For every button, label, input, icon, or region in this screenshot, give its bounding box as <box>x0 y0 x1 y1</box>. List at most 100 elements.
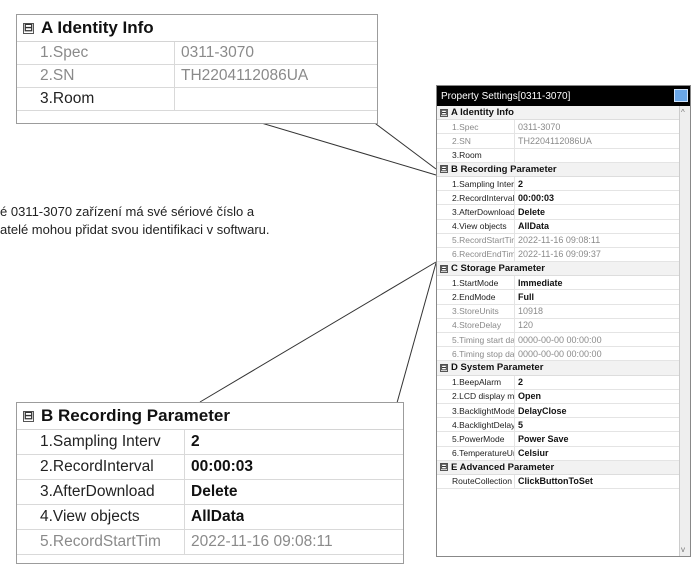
property-value[interactable]: Celsiur <box>515 448 549 458</box>
property-row[interactable]: 6.Timing stop dat 0000-00-00 00:00:00 <box>437 347 679 362</box>
property-value[interactable]: 2022-11-16 09:09:37 <box>515 249 601 259</box>
property-row[interactable]: 1.StartMode Immediate <box>437 276 679 291</box>
property-grid: ⊟ A Identity Info 1.Spec 0311-3070 2.SN TH220… <box>437 106 679 490</box>
category-header[interactable]: ⊟ E Advanced Parameter <box>437 460 679 475</box>
category-rows: 1.Spec 0311-3070 2.SN TH2204112086UA 3.Room <box>437 120 679 163</box>
property-row[interactable]: 3.AfterDownload Delete <box>17 480 403 505</box>
property-row[interactable]: 3.Room <box>437 148 679 163</box>
property-value[interactable]: 5 <box>515 420 523 430</box>
property-name: 2.RecordInterval <box>17 455 185 479</box>
property-value[interactable]: 0311-3070 <box>175 44 254 62</box>
property-value[interactable]: 2 <box>515 377 523 387</box>
property-value[interactable]: 0000-00-00 00:00:00 <box>515 349 602 359</box>
property-value[interactable]: DelayClose <box>515 406 567 416</box>
property-name: 5.PowerMode <box>437 432 515 446</box>
property-row[interactable]: 5.Timing start dat 0000-00-00 00:00:00 <box>437 333 679 348</box>
property-row[interactable]: 1.Spec 0311-3070 <box>17 42 377 65</box>
property-value[interactable]: 0311-3070 <box>515 122 560 132</box>
category-title: E Advanced Parameter <box>451 461 555 473</box>
property-row[interactable]: 3.BacklightMode DelayClose <box>437 403 679 419</box>
property-name: 3.Room <box>17 88 175 110</box>
property-value[interactable]: TH2204112086UA <box>515 136 592 146</box>
property-value[interactable]: 2022-11-16 09:08:11 <box>515 235 600 245</box>
property-value[interactable]: Open <box>515 391 541 401</box>
property-row[interactable]: 4.View objects AllData <box>437 219 679 234</box>
collapse-icon[interactable]: ⊟ <box>440 165 448 174</box>
property-row[interactable]: 2.LCD display mc Open <box>437 389 679 404</box>
property-value[interactable]: AllData <box>515 221 549 231</box>
property-row[interactable]: 1.BeepAlarm 2 <box>437 375 679 390</box>
section-header-identity[interactable]: ⊟ A Identity Info <box>17 15 377 42</box>
property-name: 1.StartMode <box>437 276 515 290</box>
property-value[interactable]: Full <box>515 292 534 302</box>
property-value[interactable]: AllData <box>185 508 244 526</box>
property-value[interactable]: 2 <box>515 179 523 189</box>
property-row[interactable]: 1.Sampling Interv 2 <box>437 176 679 192</box>
property-value[interactable]: 120 <box>515 320 533 330</box>
property-value[interactable]: Delete <box>185 483 238 501</box>
category-header[interactable]: ⊟ D System Parameter <box>437 361 679 376</box>
property-name: 3.AfterDownload <box>17 480 185 504</box>
collapse-icon[interactable]: ⊟ <box>440 264 448 273</box>
collapse-icon[interactable]: ⊟ <box>23 22 34 34</box>
property-value[interactable]: 2022-11-16 09:08:11 <box>185 533 333 551</box>
property-row[interactable]: 2.SN TH2204112086UA <box>437 134 679 149</box>
property-row[interactable]: 3.Room <box>17 88 377 111</box>
property-value[interactable]: Delete <box>515 207 545 217</box>
property-name: 1.Sampling Interv <box>437 176 515 191</box>
property-row[interactable]: 2.EndMode Full <box>437 290 679 305</box>
property-row[interactable]: 5.RecordStartTim 2022-11-16 09:08:11 <box>437 233 679 248</box>
callout-line-b-top <box>199 261 437 403</box>
property-value[interactable]: 00:00:03 <box>185 458 253 476</box>
collapse-icon[interactable]: ⊟ <box>440 363 448 372</box>
category-rows: 1.StartMode Immediate 2.EndMode Full 3.Store… <box>437 276 679 362</box>
property-name: 2.LCD display mc <box>437 389 515 403</box>
property-row[interactable]: RouteCollection ClickButtonToSet <box>437 474 679 490</box>
property-value[interactable]: ClickButtonToSet <box>515 476 593 486</box>
property-name: 4.View objects <box>437 219 515 233</box>
property-name: 1.Spec <box>17 42 175 64</box>
property-value[interactable]: 10918 <box>515 306 543 316</box>
category-rows: 1.BeepAlarm 2 2.LCD display mc Open 3.Backli… <box>437 375 679 461</box>
property-row[interactable]: 2.RecordInterval 00:00:03 <box>437 191 679 206</box>
property-row[interactable]: 5.PowerMode Power Save <box>437 432 679 447</box>
property-row[interactable]: 1.Spec 0311-3070 <box>437 120 679 135</box>
property-row[interactable]: 3.AfterDownload Delete <box>437 205 679 220</box>
property-row[interactable]: 1.Sampling Interv 2 <box>17 430 403 455</box>
property-row[interactable]: 6.TemperatureUr Celsiur <box>437 446 679 461</box>
scroll-down-icon[interactable]: v <box>681 545 685 554</box>
scroll-up-icon[interactable]: ^ <box>681 108 685 117</box>
property-name: 1.Spec <box>437 120 515 134</box>
property-row[interactable]: 3.StoreUnits 10918 <box>437 304 679 319</box>
property-name: 2.SN <box>437 134 515 148</box>
property-row[interactable]: 2.RecordInterval 00:00:03 <box>17 455 403 480</box>
description-text: é 0311-3070 zařízení má své sériové čísl… <box>0 203 270 239</box>
category-header[interactable]: ⊟ B Recording Parameter <box>437 162 679 177</box>
scrollbar[interactable]: ^ v <box>679 106 690 556</box>
category-title: B Recording Parameter <box>451 163 557 175</box>
property-row[interactable]: 4.BacklightDelay 5 <box>437 418 679 433</box>
property-row[interactable]: 4.View objects AllData <box>17 505 403 530</box>
collapse-icon[interactable]: ⊟ <box>440 108 448 117</box>
property-value[interactable]: 00:00:03 <box>515 193 554 203</box>
property-row[interactable]: 2.SN TH2204112086UA <box>17 65 377 88</box>
category-header[interactable]: ⊟ C Storage Parameter <box>437 262 679 277</box>
property-name: 3.StoreUnits <box>437 304 515 318</box>
section-header-recording[interactable]: ⊟ B Recording Parameter <box>17 403 403 430</box>
property-value[interactable]: Power Save <box>515 434 569 444</box>
settings-icon[interactable] <box>674 89 688 102</box>
collapse-icon[interactable]: ⊟ <box>440 463 448 472</box>
property-value[interactable]: 0000-00-00 00:00:00 <box>515 335 602 345</box>
property-row[interactable]: 4.StoreDelay 120 <box>437 318 679 333</box>
category-title: C Storage Parameter <box>451 263 545 275</box>
property-value[interactable]: 2 <box>185 433 200 451</box>
property-value[interactable]: Immediate <box>515 278 563 288</box>
category-header[interactable]: ⊟ A Identity Info <box>437 106 679 121</box>
property-name: 3.AfterDownload <box>437 205 515 219</box>
collapse-icon[interactable]: ⊟ <box>23 410 34 422</box>
property-value[interactable]: TH2204112086UA <box>175 67 308 85</box>
property-name: 1.BeepAlarm <box>437 375 515 389</box>
property-row[interactable]: 6.RecordEndTim 2022-11-16 09:09:37 <box>437 247 679 263</box>
callout-line-b-bottom <box>394 262 437 411</box>
property-row[interactable]: 5.RecordStartTim 2022-11-16 09:08:11 <box>17 530 403 555</box>
